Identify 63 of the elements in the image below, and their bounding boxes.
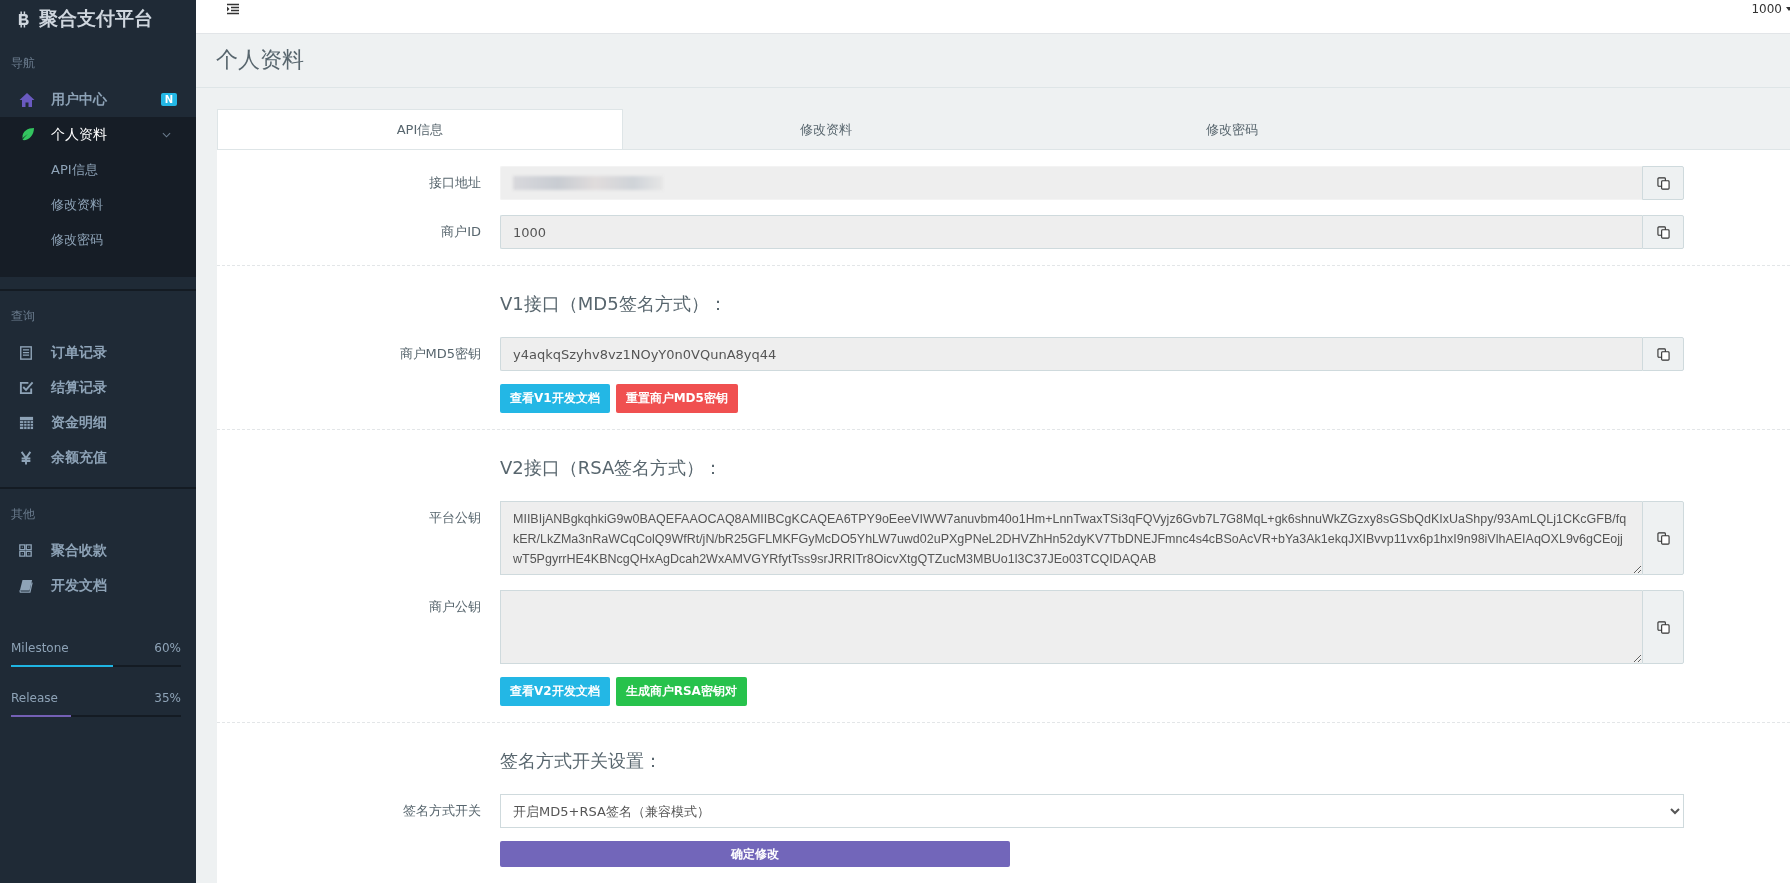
section-heading: 查询 — [10, 308, 36, 325]
caret-icon — [1786, 7, 1790, 12]
action-button[interactable]: 重置商户MD5密钥 — [615, 384, 738, 413]
section-heading: 签名方式开关设置： — [500, 749, 662, 773]
section-heading: 其他 — [10, 506, 36, 523]
user-menu[interactable]: 1000 — [1751, 2, 1790, 17]
field-label: 接口地址 — [428, 174, 482, 192]
text-field[interactable]: y4aqkqSzyhv8vz1NOyY0n0VQunA8yq44 — [500, 337, 1642, 371]
copy-button[interactable] — [1642, 166, 1684, 200]
chevron-icon — [162, 131, 171, 138]
sidebar-item[interactable]: 个人资料 — [0, 117, 196, 152]
copy-button[interactable] — [1642, 337, 1684, 371]
sidebar-item[interactable]: 余额充值 — [0, 440, 196, 475]
dropdown[interactable]: 开启MD5+RSA签名（兼容模式） — [500, 794, 1684, 828]
checkbox-icon — [19, 380, 34, 395]
section-heading: V1接口（MD5签名方式）： — [500, 292, 727, 316]
text-field[interactable]: 1000 — [500, 215, 1642, 249]
badge: N — [160, 93, 177, 106]
progress-reading: 35% — [154, 691, 181, 705]
tab[interactable]: 修改资料 — [623, 109, 1029, 149]
copy-button[interactable] — [1642, 215, 1684, 249]
sidebar-item[interactable]: 结算记录 — [0, 370, 196, 405]
field-label: 商户ID — [440, 223, 482, 241]
progress-label: Milestone — [11, 641, 69, 655]
field-label: 商户MD5密钥 — [398, 345, 482, 363]
copy-icon — [1656, 620, 1670, 634]
submenu-item[interactable]: 修改资料 — [0, 187, 196, 222]
section-heading: 导航 — [10, 55, 36, 72]
list-icon — [19, 344, 33, 361]
sidebar-item[interactable]: 开发文档 — [0, 568, 196, 603]
bitcoin-icon — [17, 10, 30, 28]
field-label: 平台公钥 — [428, 509, 482, 527]
text-field[interactable] — [500, 166, 1642, 200]
tab[interactable]: 修改密码 — [1029, 109, 1435, 149]
page-title: 个人资料 — [216, 46, 304, 75]
copy-button[interactable] — [1642, 590, 1684, 664]
copy-icon — [1656, 176, 1670, 190]
field-label: 商户公钥 — [428, 598, 482, 616]
copy-icon — [1656, 225, 1670, 239]
leaf-icon — [19, 126, 35, 143]
sidebar-item[interactable]: 订单记录 — [0, 335, 196, 370]
text-area[interactable]: MIIBIjANBgkqhkiG9w0BAQEFAAOCAQ8AMIIBCgKCAQEA6TPY9oEeeVIWW7anuvbm40o1Hm+LnnTwaxTSi3qFQVyjz6Gvb7L7G8MqL+gk6shnuWkZGzxy8sGSbQdKIxUaShpy/93AmLQLj1CKcGFB/fqkER/LkZMa3nRaWCqColQ9WfRt/jN/bR25GFLMKFGyMcDO5YhLW7uwd02uPXgPNeL2DHVZhHn52dyKV7TbDNEJFmnc4s4cBSoAcVR+bYa3Ak1ekqJXIBvvp11vx6p1hxI9n98iVlhAEIAqOXL9v6gCEojjwT5PgyrrHE4KBNcgQHxAgDcah2WxAMVGYRfytTss9srJRRITr8OicvXtgQTZucM3MBUo1l3C37JEo03TCQIDAQAB — [500, 501, 1642, 575]
yen-icon — [19, 449, 33, 466]
brand-title: 聚合支付平台 — [39, 6, 153, 31]
sidebar-item[interactable]: 聚合收款 — [0, 533, 196, 568]
sidebar-item[interactable]: 用户中心 N — [0, 82, 196, 117]
submenu-item[interactable]: API信息 — [0, 152, 196, 187]
submit-button[interactable]: 确定修改 — [500, 841, 1010, 867]
section-heading: V2接口（RSA签名方式）： — [500, 456, 723, 480]
book-icon — [19, 578, 33, 593]
progress-label: Release — [11, 691, 58, 705]
field-label: 签名方式开关 — [402, 802, 482, 820]
submenu-item[interactable]: 修改密码 — [0, 222, 196, 257]
calendar-icon — [19, 415, 34, 430]
qr-code-icon — [19, 544, 32, 557]
tab[interactable]: API信息 — [217, 109, 623, 149]
sidebar-item[interactable]: 资金明细 — [0, 405, 196, 440]
copy-button[interactable] — [1642, 501, 1684, 575]
progress-reading: 60% — [154, 641, 181, 655]
menu-icon[interactable] — [226, 3, 240, 16]
copy-icon — [1656, 531, 1670, 545]
copy-icon — [1656, 347, 1670, 361]
home-icon — [19, 91, 35, 108]
